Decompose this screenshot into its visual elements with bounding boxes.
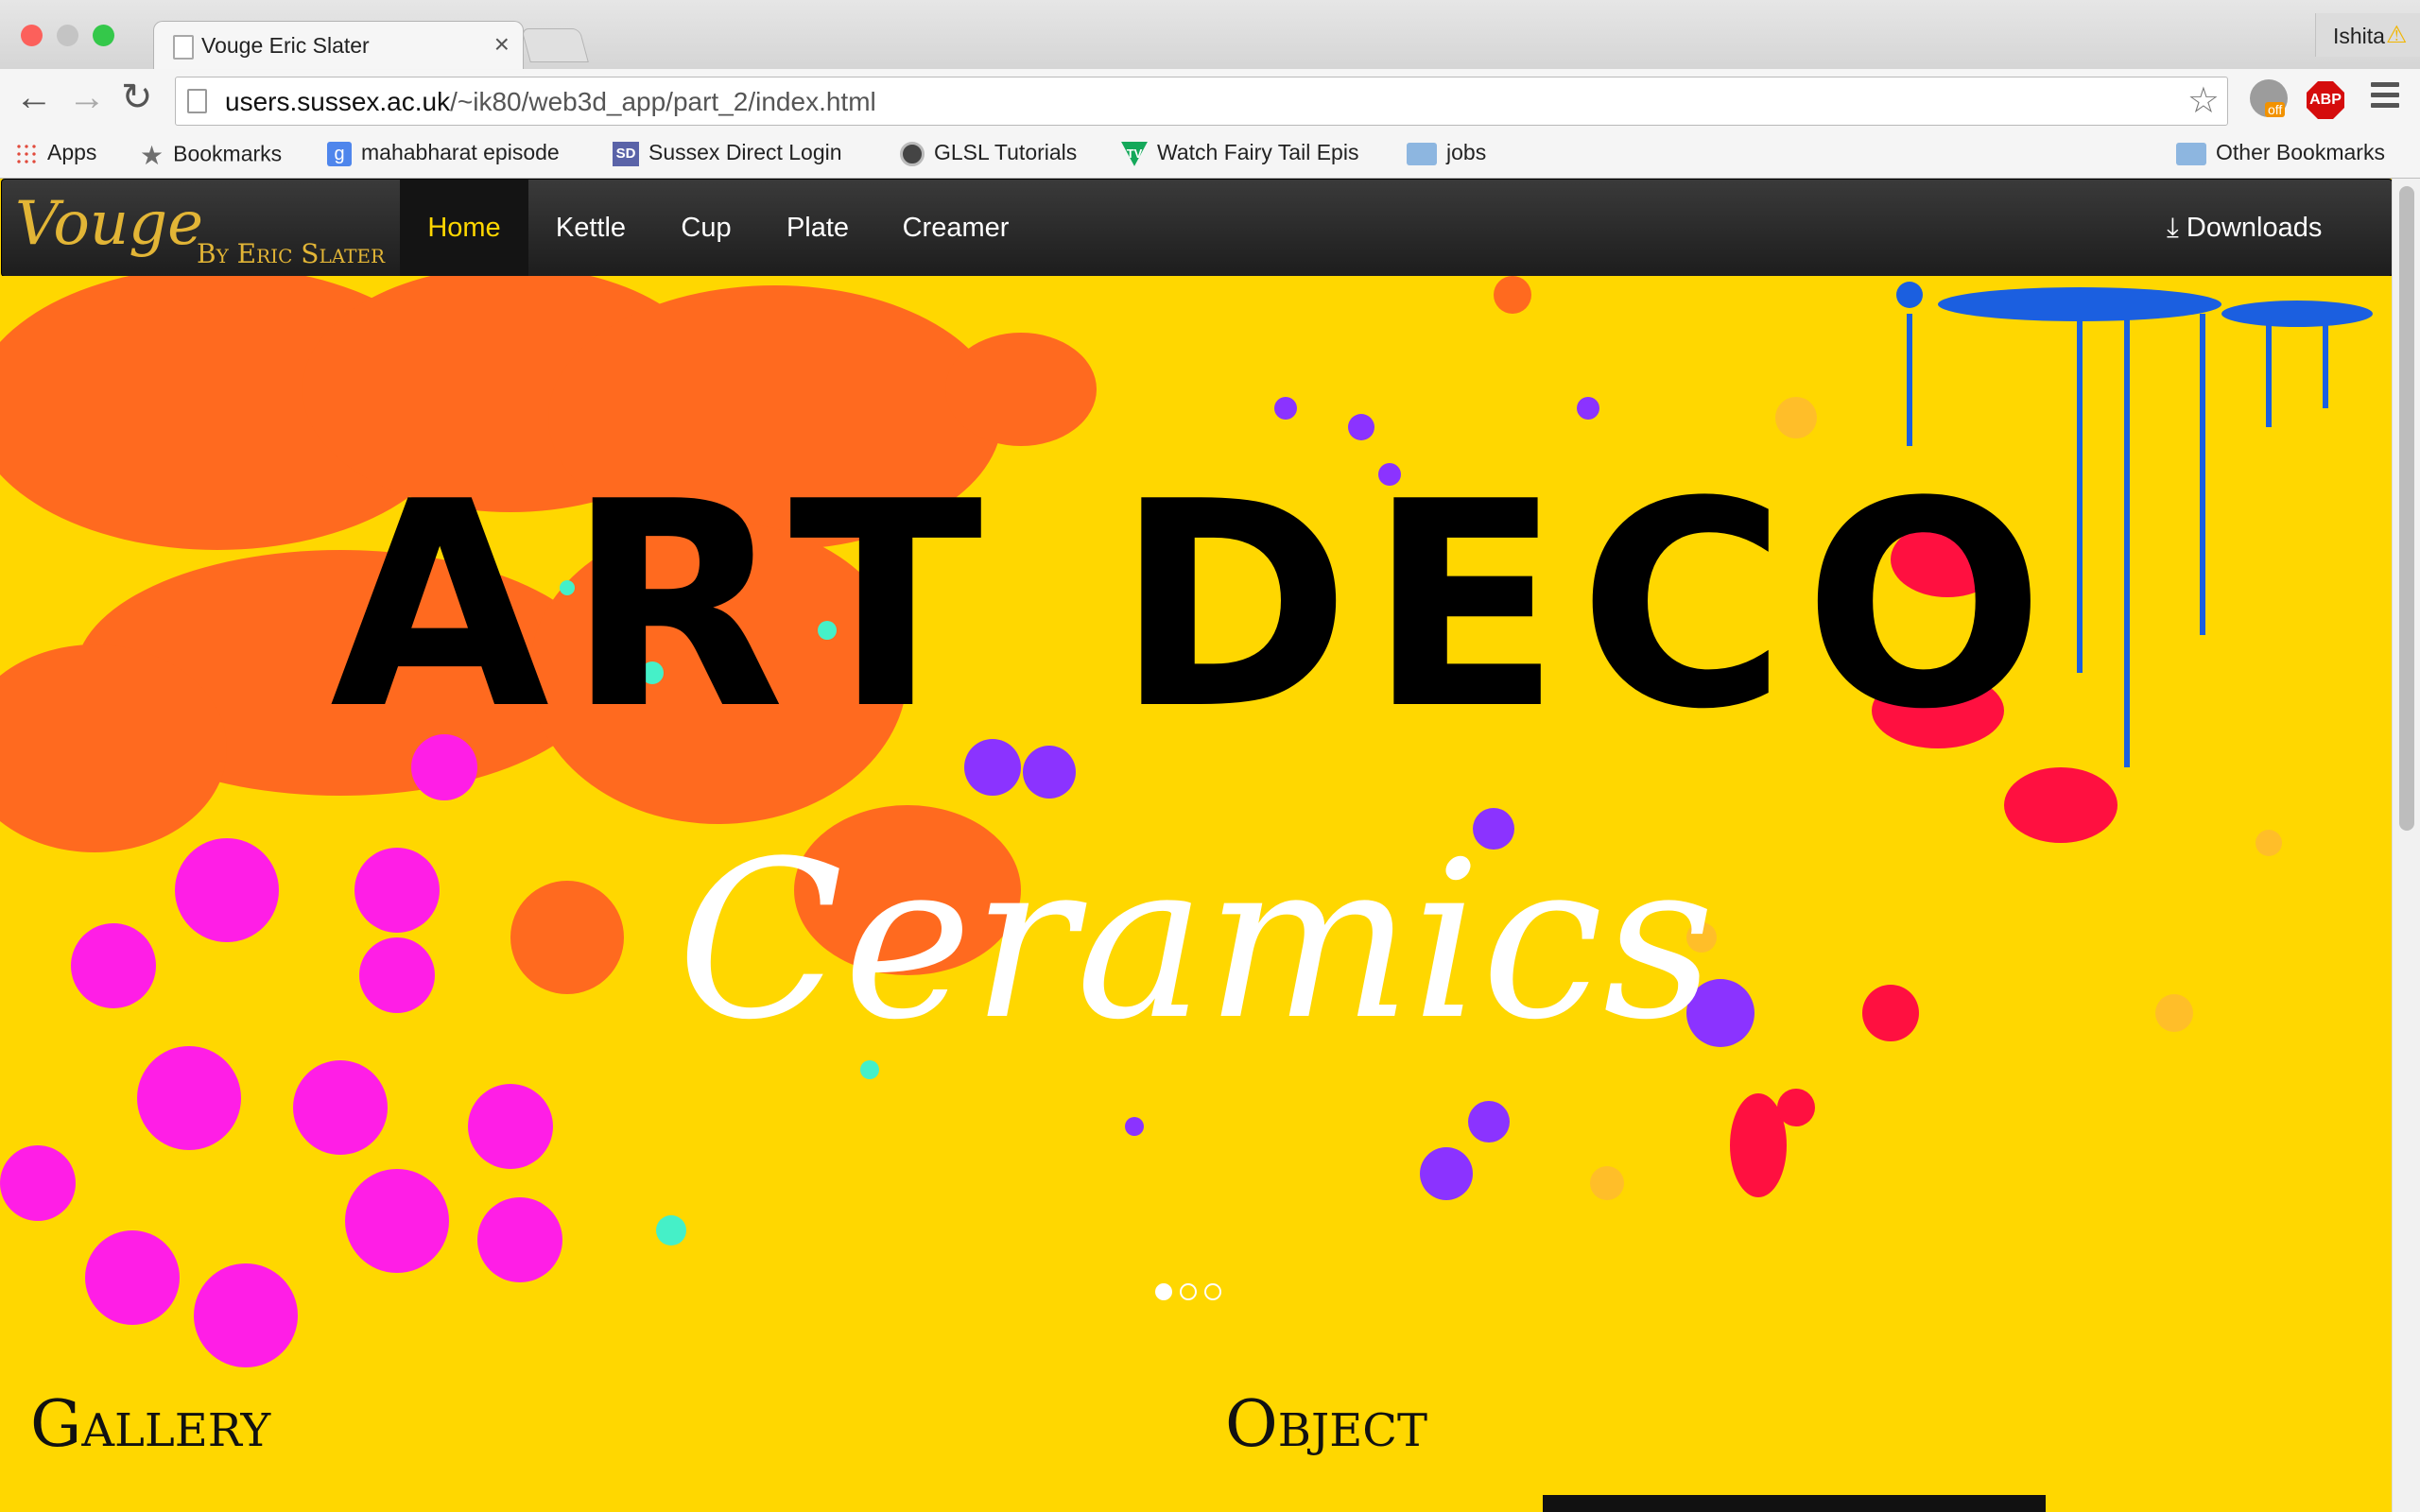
tv-icon: TV — [1121, 141, 1148, 166]
folder-icon — [2176, 142, 2206, 165]
profile-button[interactable]: Ishita ⚠ — [2315, 13, 2420, 57]
page-scrollbar[interactable] — [2392, 179, 2420, 1512]
zoom-window-button[interactable] — [93, 25, 114, 46]
gallery-heading: Gallery — [30, 1387, 271, 1462]
bookmark-star-icon[interactable]: ☆ — [2187, 79, 2220, 122]
google-icon: g — [327, 141, 352, 166]
other-bookmarks[interactable]: Other Bookmarks — [2176, 140, 2385, 165]
brand-byline: By Eric Slater — [197, 238, 386, 269]
nav-plate[interactable]: Plate — [759, 180, 876, 276]
new-tab-button[interactable] — [521, 28, 589, 62]
carousel-dot-1[interactable] — [1155, 1283, 1172, 1300]
hero-subheading: Ceramics — [677, 816, 1715, 1068]
apps-icon — [15, 142, 38, 165]
browser-tab-strip: Vouge Eric Slater × Ishita ⚠ — [0, 0, 2420, 70]
scrollbar-thumb[interactable] — [2399, 186, 2414, 831]
nav-home[interactable]: Home — [400, 180, 528, 276]
page-icon — [173, 35, 194, 60]
tab-close-icon[interactable]: × — [494, 29, 510, 60]
bookmark-jobs[interactable]: jobs — [1407, 140, 1486, 165]
brand-word: Vouge — [15, 189, 203, 259]
profile-name: Ishita — [2333, 24, 2385, 48]
menu-icon[interactable] — [2371, 82, 2399, 113]
star-icon: ★ — [140, 141, 164, 170]
close-window-button[interactable] — [21, 25, 43, 46]
bookmark-sussex-direct[interactable]: SD Sussex Direct Login — [613, 140, 842, 166]
tab-title: Vouge Eric Slater — [201, 33, 370, 58]
url-text: users.sussex.ac.uk/~ik80/web3d_app/part_… — [225, 87, 876, 116]
object-viewer[interactable] — [1543, 1495, 2046, 1512]
page-info-icon[interactable] — [187, 89, 207, 113]
brand-logo[interactable]: Vouge By Eric Slater — [15, 189, 385, 269]
minimize-window-button[interactable] — [57, 25, 78, 46]
hero-carousel: ART DECO Ceramics — [0, 276, 2392, 1372]
hero-headline: ART DECO — [330, 441, 2062, 771]
address-bar[interactable]: users.sussex.ac.uk/~ik80/web3d_app/part_… — [175, 77, 2228, 126]
glsl-icon — [900, 141, 925, 166]
bookmark-mahabharat[interactable]: g mahabharat episode — [327, 140, 560, 166]
nav-creamer[interactable]: Creamer — [876, 180, 1035, 276]
browser-tab[interactable]: Vouge Eric Slater × — [153, 21, 524, 70]
sussex-direct-icon: SD — [613, 141, 639, 166]
download-icon: ⤓ — [2167, 213, 2179, 243]
bookmark-glsl[interactable]: GLSL Tutorials — [900, 140, 1077, 166]
adblock-icon[interactable]: ABP — [2307, 81, 2344, 119]
nav-cup[interactable]: Cup — [653, 180, 759, 276]
object-heading: Object — [1225, 1387, 1428, 1462]
extension-badge: off — [2265, 102, 2286, 117]
carousel-dot-3[interactable] — [1204, 1283, 1221, 1300]
downloads-link[interactable]: ⤓ Downloads — [2167, 180, 2322, 276]
folder-icon — [1407, 142, 1437, 165]
nav-kettle[interactable]: Kettle — [528, 180, 653, 276]
back-icon[interactable]: ← — [15, 78, 53, 116]
bookmark-fairy-tail[interactable]: TV Watch Fairy Tail Epis — [1121, 140, 1358, 166]
browser-toolbar: ← → ↻ users.sussex.ac.uk/~ik80/web3d_app… — [0, 69, 2420, 139]
carousel-dot-2[interactable] — [1180, 1283, 1197, 1300]
site-navbar: Vouge By Eric Slater Home Kettle Cup Pla… — [1, 179, 2393, 277]
warning-icon: ⚠ — [2386, 22, 2408, 48]
bookmark-apps[interactable]: Apps — [15, 140, 96, 165]
forward-icon[interactable]: → — [68, 78, 106, 116]
reload-icon[interactable]: ↻ — [121, 78, 153, 116]
extension-icon[interactable]: off — [2250, 79, 2288, 117]
bookmark-bookmarks[interactable]: ★ Bookmarks — [140, 140, 282, 171]
carousel-indicators — [1155, 1283, 1229, 1305]
bookmarks-bar: Apps ★ Bookmarks g mahabharat episode SD Su… — [0, 130, 2420, 179]
